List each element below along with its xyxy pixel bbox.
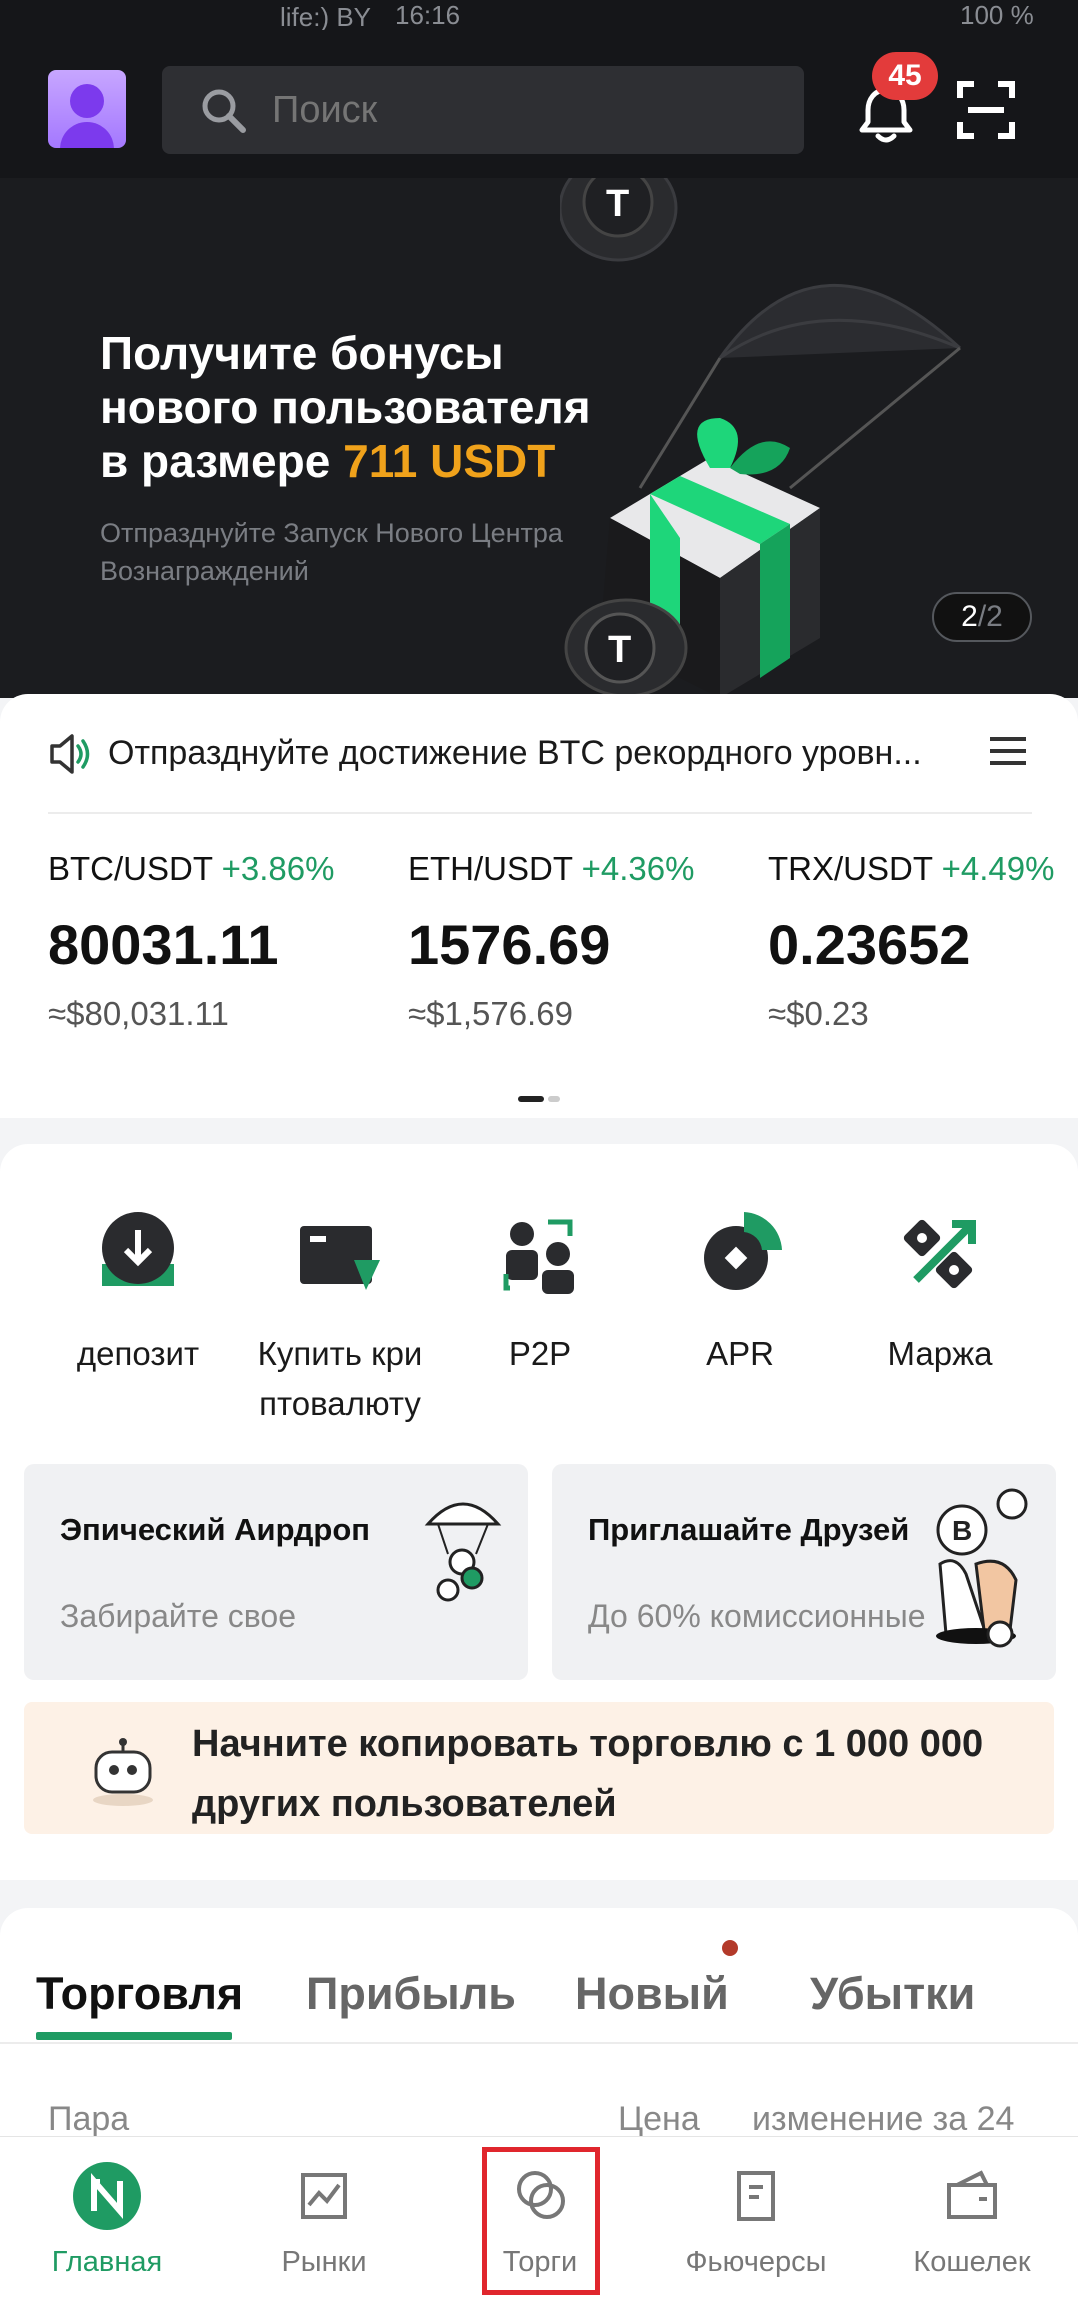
tab-new[interactable]: Новый — [575, 1968, 729, 2020]
carousel-dots — [518, 1090, 564, 1108]
ticker-usd: ≈$80,031.11 — [48, 995, 229, 1032]
ticker-eth[interactable]: ETH/USDT +4.36% 1576.69 ≈$1,576.69 — [408, 850, 728, 1033]
svg-text:T: T — [606, 183, 629, 225]
banner-highlight: 711 USDT — [343, 435, 556, 487]
copy-trading-banner[interactable]: Начните копировать торговлю с 1 000 000 … — [24, 1702, 1054, 1834]
announcement-text: Отпразднуйте достижение BTC рекордного у… — [108, 734, 922, 772]
column-header-change[interactable]: изменение за 24 — [752, 2100, 1014, 2139]
action-buy-crypto[interactable]: Купить кри птовалюту — [240, 1204, 440, 1429]
ticker-usd: ≈$0.23 — [768, 995, 869, 1032]
bottom-navigation: Главная Рынки Торги Фьючерсы Кошелек — [0, 2136, 1078, 2303]
home-logo-icon — [73, 2162, 141, 2230]
carrier-label: life:) BY — [280, 2, 372, 32]
tab-losses[interactable]: Убытки — [810, 1968, 975, 2020]
active-tab-indicator — [36, 2032, 232, 2040]
column-header-pair[interactable]: Пара — [48, 2100, 129, 2139]
announcement-bar[interactable]: Отпразднуйте достижение BTC рекордного у… — [0, 694, 1078, 814]
action-apr[interactable]: APR — [640, 1204, 840, 1379]
ticker-price: 0.23652 — [768, 913, 971, 976]
nav-futures[interactable]: Фьючерсы — [656, 2161, 856, 2279]
apr-icon — [704, 1212, 782, 1290]
action-deposit[interactable]: депозит — [38, 1204, 238, 1379]
clock: 16:16 — [395, 0, 461, 30]
banner-subtitle: Отпразднуйте Запуск Нового Центра Вознаг… — [100, 518, 563, 586]
svg-text:T: T — [608, 629, 631, 671]
notification-badge: 45 — [872, 52, 938, 100]
markets-chart-icon — [301, 2173, 347, 2219]
airdrop-icon — [424, 1502, 502, 1602]
margin-icon — [903, 1219, 976, 1289]
action-margin[interactable]: Маржа — [840, 1204, 1040, 1379]
speaker-icon — [50, 734, 90, 774]
search-input[interactable] — [272, 88, 772, 132]
ticker-price: 1576.69 — [408, 913, 611, 976]
status-bar: life:) BY 16:16 100 % — [0, 0, 1078, 32]
tab-profit[interactable]: Прибыль — [306, 1968, 516, 2020]
banner-pager: 2/2 — [932, 592, 1032, 642]
banner-title: Получите бонусы нового пользователя в ра… — [100, 327, 591, 487]
menu-icon[interactable] — [988, 734, 1028, 768]
nav-markets[interactable]: Рынки — [224, 2161, 424, 2279]
avatar[interactable] — [48, 70, 126, 148]
action-p2p[interactable]: P2P — [440, 1204, 640, 1379]
futures-doc-icon — [737, 2171, 775, 2221]
p2p-icon — [503, 1219, 574, 1294]
svg-text:B: B — [952, 1515, 972, 1546]
promo-banner[interactable]: T T Получите бонусы нового пользователя … — [0, 178, 1078, 698]
search-bar[interactable] — [162, 66, 804, 154]
invite-friends-icon: B — [936, 1488, 1028, 1648]
ticker-btc[interactable]: BTC/USDT +3.86% 80031.11 ≈$80,031.11 — [48, 850, 368, 1033]
search-icon — [202, 89, 246, 133]
column-header-price[interactable]: Цена — [618, 2100, 700, 2139]
market-section: Торговля Прибыль Новый Убытки Пара Цена … — [0, 1908, 1078, 2168]
robot-icon — [93, 1738, 153, 1806]
buy-crypto-icon — [300, 1226, 380, 1290]
wallet-icon — [947, 2170, 997, 2219]
tab-trading[interactable]: Торговля — [36, 1968, 243, 2020]
battery-level: 100 % — [960, 0, 1034, 30]
selection-highlight — [482, 2147, 600, 2295]
copy-trading-text: Начните копировать торговлю с 1 000 000 … — [192, 1723, 984, 1825]
deposit-icon — [102, 1212, 174, 1286]
ticker-price: 80031.11 — [48, 913, 279, 976]
ticker-usd: ≈$1,576.69 — [408, 995, 573, 1032]
ticker-trx[interactable]: TRX/USDT +4.49% 0.23652 ≈$0.23 — [768, 850, 1078, 1033]
ticker-carousel: BTC/USDT +3.86% 80031.11 ≈$80,031.11 ETH… — [0, 814, 1078, 1118]
nav-home[interactable]: Главная — [7, 2161, 207, 2279]
quick-actions-panel: депозит Купить кри птовалюту P2P APR Мар… — [0, 1144, 1078, 1880]
divider — [0, 2042, 1078, 2044]
new-indicator-dot — [722, 1940, 738, 1956]
promo-card-invite[interactable]: Приглашайте Друзей До 60% комиссионные B — [552, 1464, 1056, 1680]
top-header: 45 — [0, 30, 1078, 178]
nav-wallet[interactable]: Кошелек — [872, 2161, 1072, 2279]
scan-icon[interactable] — [954, 78, 1018, 142]
promo-card-airdrop[interactable]: Эпический Аирдроп Забирайте свое — [24, 1464, 528, 1680]
